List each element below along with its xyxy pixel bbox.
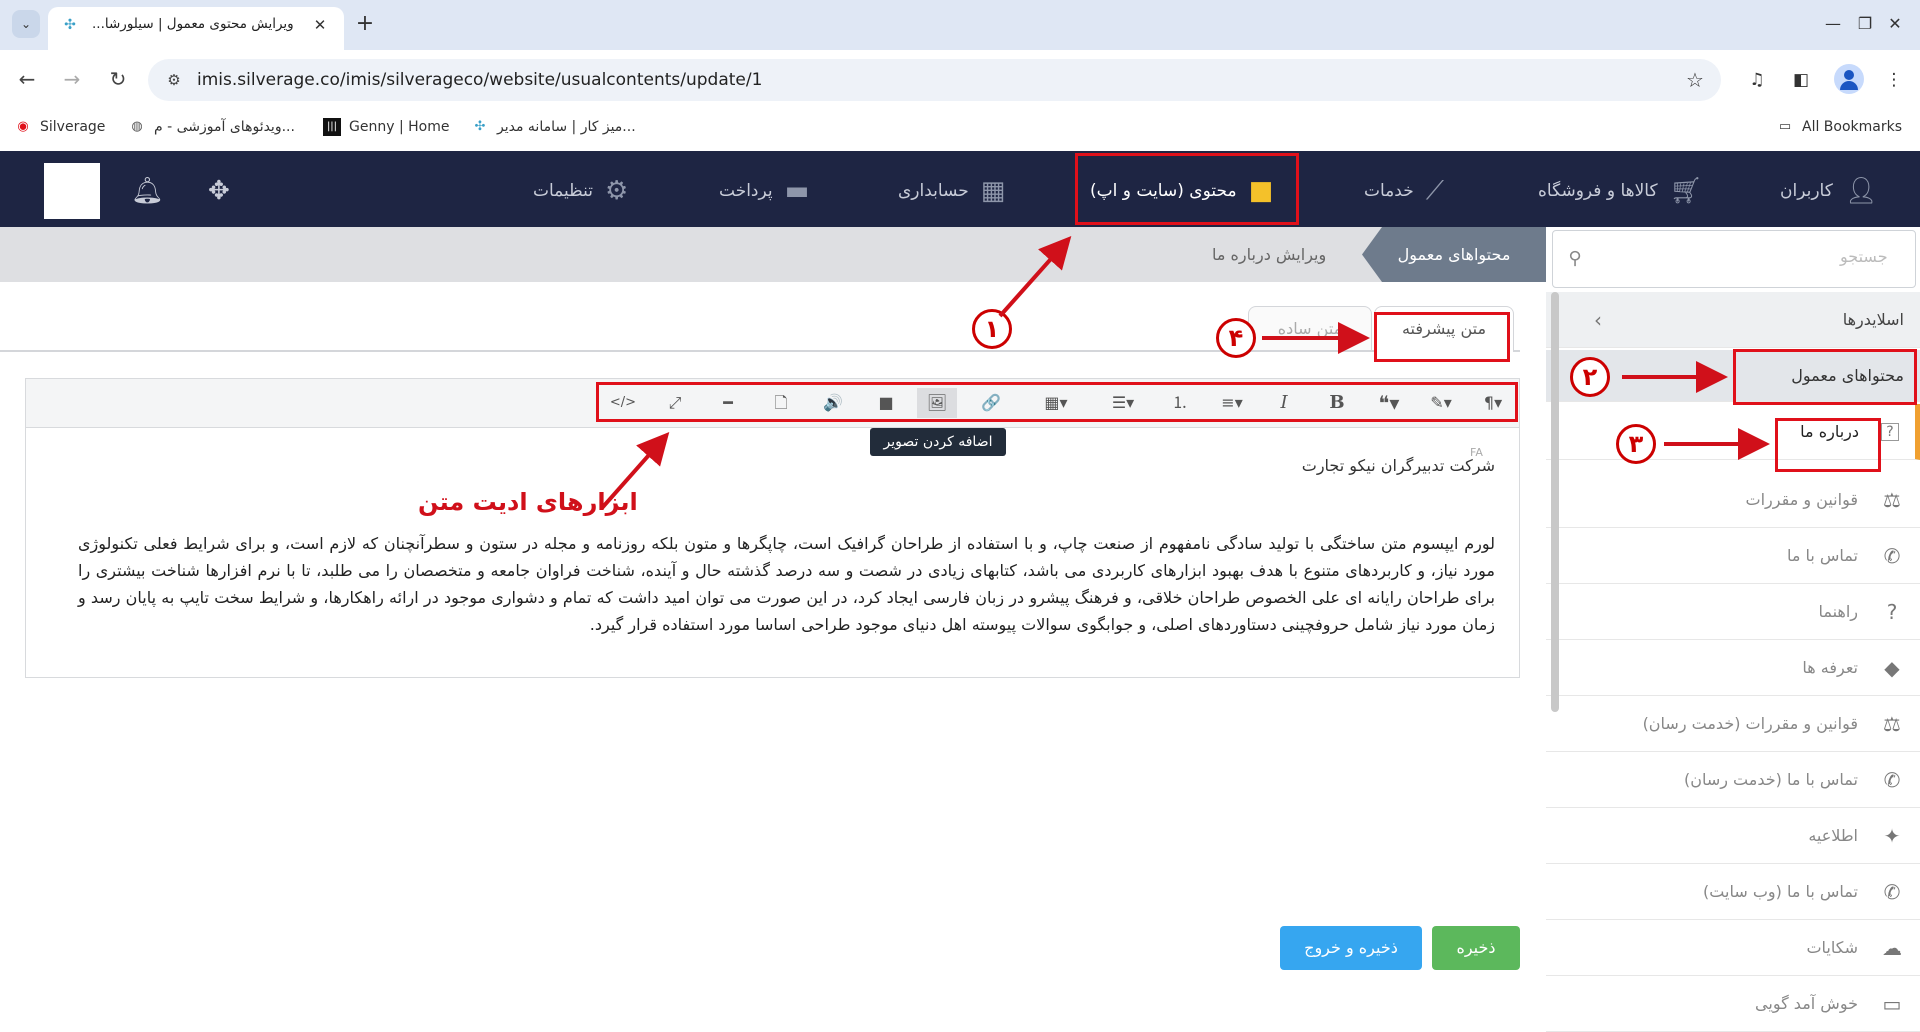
arrow-to-content-nav — [998, 236, 1072, 318]
annotation-arrows — [600, 236, 1770, 510]
arrow-to-toolbar — [600, 432, 670, 510]
